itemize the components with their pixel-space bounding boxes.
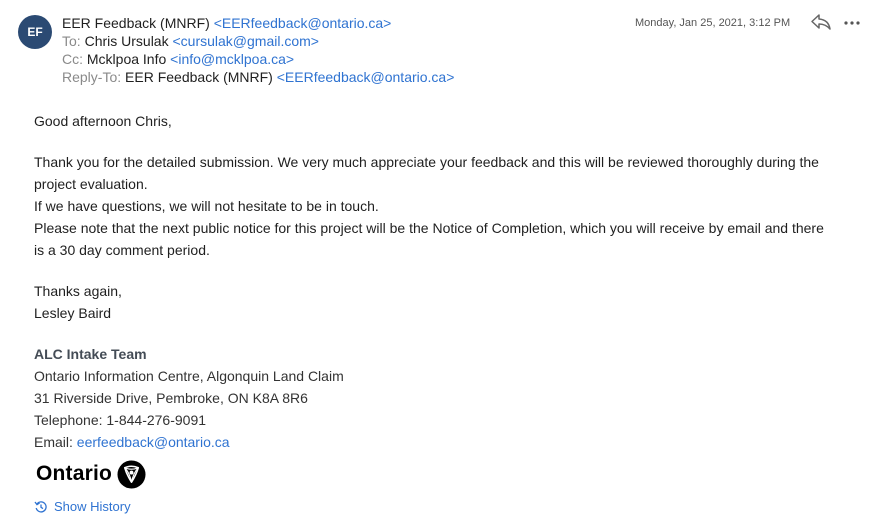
replyto-label: Reply-To: [62, 69, 122, 85]
more-icon[interactable] [843, 12, 861, 32]
sender-avatar: EF [18, 15, 52, 49]
body-paragraph-3: Please note that the next public notice … [34, 220, 824, 258]
show-history-label[interactable]: Show History [54, 499, 131, 514]
to-name[interactable]: Chris Ursulak [85, 33, 169, 49]
show-history-link[interactable]: Show History [34, 499, 131, 514]
replyto-row: Reply-To: EER Feedback (MNRF) <EERfeedba… [62, 68, 454, 86]
signature-email-label: Email: [34, 434, 77, 450]
to-label: To: [62, 33, 81, 49]
cc-email[interactable]: <info@mcklpoa.ca> [170, 51, 294, 67]
cc-label: Cc: [62, 51, 83, 67]
greeting: Good afternoon Chris, [34, 113, 172, 129]
from-email[interactable]: <EERfeedback@ontario.ca> [214, 15, 392, 31]
to-row: To: Chris Ursulak <cursulak@gmail.com> [62, 32, 454, 50]
signature-email-link[interactable]: eerfeedback@ontario.ca [77, 434, 230, 450]
message-body: Good afternoon Chris, Thank you for the … [34, 110, 834, 453]
body-paragraph-2: If we have questions, we will not hesita… [34, 198, 379, 214]
signature-address: 31 Riverside Drive, Pembroke, ON K8A 8R6 [34, 390, 308, 406]
message-header: EER Feedback (MNRF) <EERfeedback@ontario… [62, 14, 454, 86]
signature-email-line: Email: eerfeedback@ontario.ca [34, 431, 834, 453]
to-email[interactable]: <cursulak@gmail.com> [172, 33, 319, 49]
closing-thanks: Thanks again, [34, 283, 122, 299]
signature-phone: Telephone: 1-844-276-9091 [34, 412, 207, 428]
ontario-logo: Ontario [36, 459, 146, 489]
trillium-logo-icon [117, 459, 146, 489]
from-name[interactable]: EER Feedback (MNRF) [62, 15, 210, 31]
sender-name: Lesley Baird [34, 305, 112, 321]
cc-row: Cc: Mcklpoa Info <info@mcklpoa.ca> [62, 50, 454, 68]
message-date: Monday, Jan 25, 2021, 3:12 PM [635, 17, 791, 29]
from-row: EER Feedback (MNRF) <EERfeedback@ontario… [62, 14, 454, 32]
history-icon [34, 500, 47, 513]
signature-org: Ontario Information Centre, Algonquin La… [34, 368, 344, 384]
reply-icon[interactable] [810, 12, 832, 32]
replyto-name[interactable]: EER Feedback (MNRF) [125, 69, 273, 85]
signature-team: ALC Intake Team [34, 346, 147, 362]
ontario-logo-text: Ontario [36, 462, 113, 485]
body-paragraph-1: Thank you for the detailed submission. W… [34, 154, 819, 192]
cc-name[interactable]: Mcklpoa Info [87, 51, 166, 67]
replyto-email[interactable]: <EERfeedback@ontario.ca> [277, 69, 455, 85]
